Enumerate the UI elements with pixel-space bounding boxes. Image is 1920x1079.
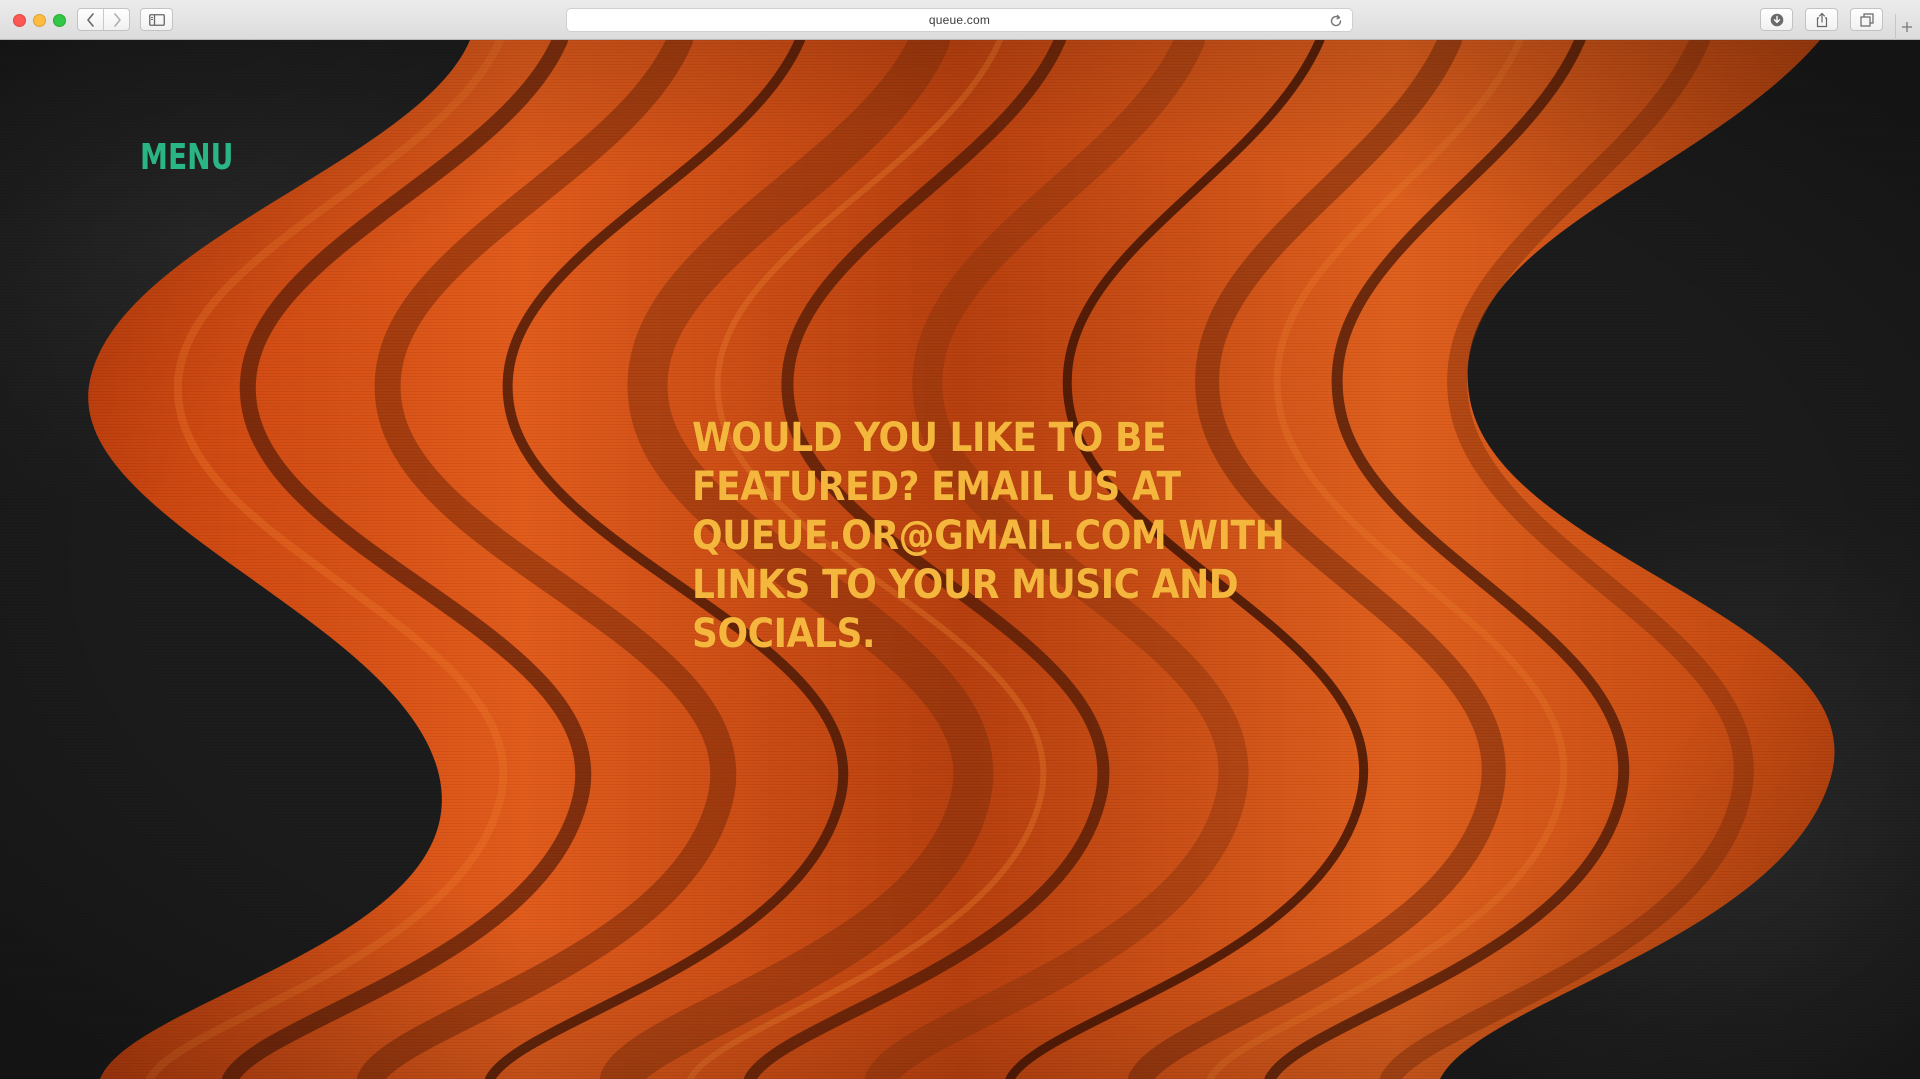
browser-window: queue.com MENU WOULD YOU LIKE TO BE FEAT… [0, 0, 1920, 1079]
sidebar-icon [148, 13, 165, 26]
maximize-window-button[interactable] [53, 14, 66, 27]
browser-toolbar: queue.com [0, 0, 1920, 40]
back-button[interactable] [78, 9, 104, 30]
share-icon [1816, 12, 1827, 27]
plus-icon [1901, 22, 1912, 32]
close-window-button[interactable] [13, 14, 26, 27]
forward-button[interactable] [104, 9, 129, 30]
reload-icon[interactable] [1328, 13, 1344, 29]
url-text: queue.com [928, 13, 991, 27]
sidebar-toggle-button[interactable] [140, 8, 173, 31]
navigation-buttons [77, 8, 130, 31]
menu-link[interactable]: MENU [140, 137, 233, 178]
downloads-button[interactable] [1760, 8, 1793, 31]
chevron-right-icon [113, 12, 121, 27]
minimize-window-button[interactable] [33, 14, 46, 27]
download-icon [1770, 13, 1783, 26]
feature-invitation-text: WOULD YOU LIKE TO BE FEATURED? EMAIL US … [692, 415, 1285, 657]
share-button[interactable] [1805, 8, 1838, 31]
new-tab-button[interactable] [1895, 14, 1917, 40]
tabs-icon [1859, 12, 1874, 27]
chevron-left-icon [86, 12, 94, 27]
page-content: MENU WOULD YOU LIKE TO BE FEATURED? EMAI… [0, 40, 1920, 1079]
show-tabs-button[interactable] [1850, 8, 1883, 31]
address-bar[interactable]: queue.com [566, 8, 1353, 32]
